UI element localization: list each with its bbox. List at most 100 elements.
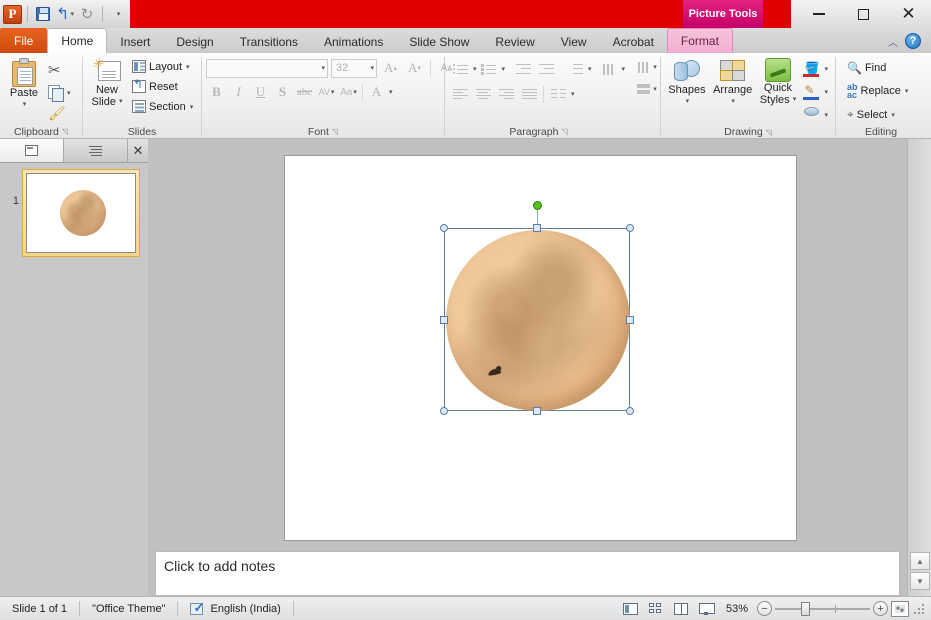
resize-grip[interactable] [915,603,925,615]
arrange-button[interactable]: Arrange ▾ [710,56,756,110]
tab-file[interactable]: File [0,28,47,53]
shape-fill-button[interactable]: 🪣▾ [800,59,831,79]
redo-button[interactable]: ↻ [77,4,97,24]
resize-handle-top-center[interactable] [533,224,541,232]
dialog-launcher-icon[interactable]: ◹ [332,127,338,136]
paste-button[interactable]: Paste ▾ [4,56,44,113]
resize-handle-middle-left[interactable] [440,316,448,324]
theme-status[interactable]: "Office Theme" [80,597,177,620]
zoom-slider[interactable] [775,601,870,616]
collapse-ribbon-icon[interactable]: ︿ [888,34,898,49]
tab-review[interactable]: Review [482,30,547,53]
align-text-button[interactable]: ▾ [636,57,658,77]
moon-picture[interactable] [446,230,630,411]
close-button[interactable]: ✕ [886,1,931,27]
convert-to-smartart-button[interactable]: ▾ [636,79,658,99]
tab-slide-show[interactable]: Slide Show [396,30,482,53]
help-icon[interactable]: ? [905,33,921,49]
select-button[interactable]: ⌖Select▾ [844,105,898,124]
tab-acrobat[interactable]: Acrobat [600,30,667,53]
numbering-button[interactable] [478,59,500,79]
shape-outline-button[interactable]: ✎▾ [800,82,831,102]
underline-button[interactable]: U [250,82,271,102]
resize-handle-bottom-left[interactable] [440,407,448,415]
align-right-button[interactable] [495,84,517,104]
view-normal-button[interactable] [620,599,642,618]
increase-indent-button[interactable] [535,59,557,79]
slide-thumbnail-1[interactable] [22,169,140,257]
shape-effects-button[interactable]: ▾ [800,105,831,125]
chevron-down-icon[interactable]: ▾ [473,65,477,73]
font-size-combo[interactable]: 32 ▾ [331,59,377,78]
view-slide-sorter-button[interactable] [645,599,667,618]
rotation-handle[interactable] [533,201,542,210]
align-center-button[interactable] [472,84,494,104]
quick-styles-button[interactable]: Quick Styles▾ [756,56,799,108]
customize-qat-button[interactable]: ▾ [108,4,128,24]
slide-count-status[interactable]: Slide 1 of 1 [0,597,79,620]
tab-view[interactable]: View [548,30,600,53]
resize-handle-top-right[interactable] [626,224,634,232]
undo-button[interactable]: ↰▾ [55,4,75,24]
character-spacing-button[interactable]: AV▾ [316,82,337,102]
decrease-font-size-button[interactable]: A▾ [404,58,425,78]
find-button[interactable]: 🔍Find [844,59,889,77]
reset-button[interactable]: Reset [129,78,196,95]
increase-font-size-button[interactable]: A▴ [380,58,401,78]
scroll-down-button[interactable]: ▼ [910,572,930,590]
format-painter-button[interactable]: 🖌 [45,104,74,124]
view-slide-show-button[interactable] [695,599,717,618]
zoom-in-button[interactable]: + [873,601,888,616]
resize-handle-top-left[interactable] [440,224,448,232]
bullets-button[interactable] [449,59,471,79]
line-spacing-button[interactable] [564,59,586,79]
powerpoint-logo-icon[interactable]: P [3,5,22,24]
bold-button[interactable]: B [206,82,227,102]
shapes-button[interactable]: Shapes ▾ [665,56,709,110]
justify-button[interactable] [518,84,540,104]
tab-transitions[interactable]: Transitions [227,30,311,53]
close-panel-button[interactable]: ✕ [128,139,148,162]
dialog-launcher-icon[interactable]: ◹ [561,127,567,136]
resize-handle-bottom-center[interactable] [533,407,541,415]
vertical-scrollbar[interactable]: ▲ ▼ [907,139,931,596]
scroll-up-button[interactable]: ▲ [910,552,930,570]
chevron-down-icon[interactable]: ▾ [588,65,592,73]
layout-button[interactable]: Layout▾ [129,58,196,75]
tab-design[interactable]: Design [163,30,226,53]
font-color-button[interactable]: A [366,82,387,102]
panel-tab-slides[interactable] [0,139,64,162]
zoom-slider-thumb[interactable] [801,602,810,616]
save-button[interactable] [33,4,53,24]
zoom-level-label[interactable]: 53% [720,603,754,615]
notes-pane[interactable]: Click to add notes [155,551,900,596]
slide-canvas[interactable] [285,156,796,540]
language-status[interactable]: English (India) [178,597,292,620]
maximize-button[interactable] [841,1,886,27]
tab-insert[interactable]: Insert [107,30,163,53]
replace-button[interactable]: abacReplace▾ [844,81,911,101]
chevron-down-icon[interactable]: ▾ [502,65,506,73]
section-button[interactable]: Section▾ [129,98,196,115]
dialog-launcher-icon[interactable]: ◹ [62,127,68,136]
tab-home[interactable]: Home [47,28,107,53]
picture-selection-box[interactable] [444,228,630,411]
resize-handle-middle-right[interactable] [626,316,634,324]
cut-button[interactable]: ✂ [45,59,74,81]
text-shadow-button[interactable]: S [272,82,293,102]
change-case-button[interactable]: Aa▾ [338,82,359,102]
italic-button[interactable]: I [228,82,249,102]
font-name-combo[interactable]: ▾ [206,59,328,78]
align-left-button[interactable] [449,84,471,104]
fit-slide-to-window-button[interactable] [891,601,909,617]
zoom-out-button[interactable]: − [757,601,772,616]
new-slide-button[interactable]: ✳ New Slide▾ [87,56,127,110]
tab-format[interactable]: Format [667,28,733,53]
view-reading-button[interactable] [670,599,692,618]
tab-animations[interactable]: Animations [311,30,396,53]
panel-tab-outline[interactable] [64,139,128,162]
chevron-down-icon[interactable]: ▾ [622,65,626,73]
chevron-down-icon[interactable]: ▾ [571,90,575,98]
columns-button[interactable] [547,84,569,104]
resize-handle-bottom-right[interactable] [626,407,634,415]
